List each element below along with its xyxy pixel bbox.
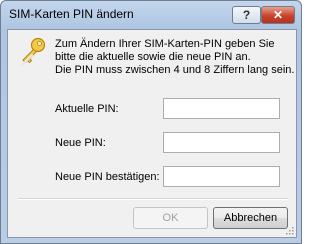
key-icon — [21, 37, 46, 66]
dialog-body: Zum Ändern Ihrer SIM-Karten-PIN geben Si… — [7, 29, 297, 238]
window-title: SIM-Karten PIN ändern — [9, 7, 134, 21]
new-pin-field[interactable] — [163, 132, 280, 153]
resize-grip-icon[interactable] — [284, 225, 294, 235]
cancel-button[interactable]: Abbrechen — [213, 207, 288, 229]
info-message: Zum Ändern Ihrer SIM-Karten-PIN geben Si… — [55, 38, 295, 77]
current-pin-label: Aktuelle PIN: — [55, 103, 119, 115]
title-bar[interactable]: SIM-Karten PIN ändern ? ✕ — [1, 1, 301, 29]
new-pin-label: Neue PIN: — [55, 137, 106, 149]
current-pin-field[interactable] — [163, 98, 280, 119]
separator — [18, 198, 288, 200]
dialog-window: SIM-Karten PIN ändern ? ✕ Zum Ändern Ihr… — [0, 0, 302, 244]
confirm-pin-label: Neue PIN bestätigen: — [55, 171, 160, 183]
confirm-pin-field[interactable] — [163, 166, 280, 187]
info-line: bitte die aktuelle sowie die neue PIN an… — [55, 51, 251, 63]
info-line: Die PIN muss zwischen 4 und 8 Ziffern la… — [55, 64, 295, 76]
close-button[interactable]: ✕ — [261, 6, 295, 24]
help-button[interactable]: ? — [232, 6, 261, 24]
ok-button[interactable]: OK — [133, 207, 208, 229]
info-line: Zum Ändern Ihrer SIM-Karten-PIN geben Si… — [55, 38, 275, 50]
